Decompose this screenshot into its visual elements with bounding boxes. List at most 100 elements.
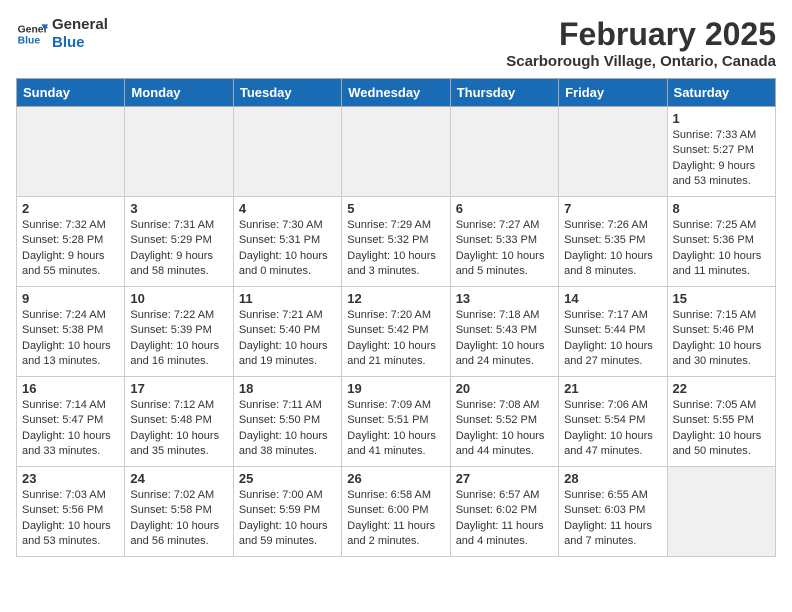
day-number: 25	[239, 471, 336, 486]
location: Scarborough Village, Ontario, Canada	[506, 53, 776, 70]
day-number: 23	[22, 471, 119, 486]
calendar-week-row: 9Sunrise: 7:24 AM Sunset: 5:38 PM Daylig…	[17, 287, 776, 377]
weekday-header: Saturday	[667, 79, 775, 107]
calendar-cell	[450, 107, 558, 197]
day-info: Sunrise: 7:09 AM Sunset: 5:51 PM Dayligh…	[347, 398, 444, 460]
day-info: Sunrise: 7:14 AM Sunset: 5:47 PM Dayligh…	[22, 398, 119, 460]
calendar-week-row: 1 Sunrise: 7:33 AM Sunset: 5:27 PM Daylig…	[17, 107, 776, 197]
weekday-header: Thursday	[450, 79, 558, 107]
day-number: 28	[564, 471, 661, 486]
calendar-cell: 8 Sunrise: 7:25 AM Sunset: 5:36 PM Daylig…	[667, 197, 775, 287]
calendar-cell: 12 Sunrise: 7:20 AM Sunset: 5:42 PM Dayli…	[342, 287, 450, 377]
calendar-cell: 25 Sunrise: 7:00 AM Sunset: 5:59 PM Dayli…	[233, 467, 341, 557]
calendar-cell: 9Sunrise: 7:24 AM Sunset: 5:38 PM Daylig…	[17, 287, 125, 377]
day-number: 14	[564, 291, 661, 306]
day-info: Sunrise: 7:29 AM Sunset: 5:32 PM Dayligh…	[347, 218, 444, 280]
day-info: Sunrise: 7:06 AM Sunset: 5:54 PM Dayligh…	[564, 398, 661, 460]
day-number: 2	[22, 201, 119, 216]
calendar-cell: 5 Sunrise: 7:29 AM Sunset: 5:32 PM Daylig…	[342, 197, 450, 287]
day-info: Sunrise: 7:30 AM Sunset: 5:31 PM Dayligh…	[239, 218, 336, 280]
day-info: Sunrise: 7:25 AM Sunset: 5:36 PM Dayligh…	[673, 218, 770, 280]
day-info: Sunrise: 7:15 AM Sunset: 5:46 PM Dayligh…	[673, 308, 770, 370]
calendar-cell: 22 Sunrise: 7:05 AM Sunset: 5:55 PM Dayli…	[667, 377, 775, 467]
calendar-cell: 15 Sunrise: 7:15 AM Sunset: 5:46 PM Dayli…	[667, 287, 775, 377]
day-number: 6	[456, 201, 553, 216]
day-info: Sunrise: 7:20 AM Sunset: 5:42 PM Dayligh…	[347, 308, 444, 370]
day-number: 7	[564, 201, 661, 216]
day-number: 11	[239, 291, 336, 306]
day-info: Sunrise: 7:03 AM Sunset: 5:56 PM Dayligh…	[22, 488, 119, 550]
calendar-cell: 10 Sunrise: 7:22 AM Sunset: 5:39 PM Dayli…	[125, 287, 233, 377]
day-number: 1	[673, 111, 770, 126]
calendar-cell: 14 Sunrise: 7:17 AM Sunset: 5:44 PM Dayli…	[559, 287, 667, 377]
day-number: 17	[130, 381, 227, 396]
month-title: February 2025	[506, 16, 776, 53]
day-info: Sunrise: 7:26 AM Sunset: 5:35 PM Dayligh…	[564, 218, 661, 280]
weekday-header: Tuesday	[233, 79, 341, 107]
calendar-cell: 17 Sunrise: 7:12 AM Sunset: 5:48 PM Dayli…	[125, 377, 233, 467]
calendar-table: SundayMondayTuesdayWednesdayThursdayFrid…	[16, 78, 776, 557]
day-number: 15	[673, 291, 770, 306]
calendar-cell: 26Sunrise: 6:58 AM Sunset: 6:00 PM Dayli…	[342, 467, 450, 557]
logo-icon: General Blue	[16, 18, 48, 50]
day-info: Sunrise: 6:57 AM Sunset: 6:02 PM Dayligh…	[456, 488, 553, 550]
day-number: 20	[456, 381, 553, 396]
weekday-header: Monday	[125, 79, 233, 107]
day-info: Sunrise: 6:58 AM Sunset: 6:00 PM Dayligh…	[347, 488, 444, 550]
day-info: Sunrise: 7:31 AM Sunset: 5:29 PM Dayligh…	[130, 218, 227, 280]
calendar-cell: 21 Sunrise: 7:06 AM Sunset: 5:54 PM Dayli…	[559, 377, 667, 467]
page-header: General Blue General Blue February 2025 …	[16, 16, 776, 70]
day-number: 19	[347, 381, 444, 396]
day-number: 13	[456, 291, 553, 306]
day-number: 10	[130, 291, 227, 306]
day-info: Sunrise: 7:12 AM Sunset: 5:48 PM Dayligh…	[130, 398, 227, 460]
logo-blue: Blue	[52, 34, 108, 52]
day-info: Sunrise: 7:02 AM Sunset: 5:58 PM Dayligh…	[130, 488, 227, 550]
day-info: Sunrise: 7:32 AM Sunset: 5:28 PM Dayligh…	[22, 218, 119, 280]
calendar-cell: 20 Sunrise: 7:08 AM Sunset: 5:52 PM Dayli…	[450, 377, 558, 467]
day-info: Sunrise: 7:05 AM Sunset: 5:55 PM Dayligh…	[673, 398, 770, 460]
day-info: Sunrise: 7:08 AM Sunset: 5:52 PM Dayligh…	[456, 398, 553, 460]
day-number: 12	[347, 291, 444, 306]
calendar-cell: 16 Sunrise: 7:14 AM Sunset: 5:47 PM Dayli…	[17, 377, 125, 467]
day-number: 21	[564, 381, 661, 396]
day-info: Sunrise: 7:33 AM Sunset: 5:27 PM Dayligh…	[673, 128, 770, 190]
weekday-header: Sunday	[17, 79, 125, 107]
calendar-week-row: 23 Sunrise: 7:03 AM Sunset: 5:56 PM Dayli…	[17, 467, 776, 557]
day-info: Sunrise: 6:55 AM Sunset: 6:03 PM Dayligh…	[564, 488, 661, 550]
day-info: Sunrise: 7:21 AM Sunset: 5:40 PM Dayligh…	[239, 308, 336, 370]
calendar-week-row: 16 Sunrise: 7:14 AM Sunset: 5:47 PM Dayli…	[17, 377, 776, 467]
day-info: Sunrise: 7:17 AM Sunset: 5:44 PM Dayligh…	[564, 308, 661, 370]
day-number: 24	[130, 471, 227, 486]
calendar-cell: 1 Sunrise: 7:33 AM Sunset: 5:27 PM Daylig…	[667, 107, 775, 197]
calendar-cell	[125, 107, 233, 197]
day-info: Sunrise: 7:11 AM Sunset: 5:50 PM Dayligh…	[239, 398, 336, 460]
weekday-header-row: SundayMondayTuesdayWednesdayThursdayFrid…	[17, 79, 776, 107]
calendar-cell: 4 Sunrise: 7:30 AM Sunset: 5:31 PM Daylig…	[233, 197, 341, 287]
calendar-cell: 28 Sunrise: 6:55 AM Sunset: 6:03 PM Dayli…	[559, 467, 667, 557]
calendar-week-row: 2 Sunrise: 7:32 AM Sunset: 5:28 PM Daylig…	[17, 197, 776, 287]
day-info: Sunrise: 7:24 AM Sunset: 5:38 PM Dayligh…	[22, 308, 119, 370]
calendar-cell: 2 Sunrise: 7:32 AM Sunset: 5:28 PM Daylig…	[17, 197, 125, 287]
calendar-cell: 23 Sunrise: 7:03 AM Sunset: 5:56 PM Dayli…	[17, 467, 125, 557]
weekday-header: Wednesday	[342, 79, 450, 107]
calendar-cell	[233, 107, 341, 197]
day-number: 18	[239, 381, 336, 396]
day-number: 8	[673, 201, 770, 216]
calendar-cell: 24 Sunrise: 7:02 AM Sunset: 5:58 PM Dayli…	[125, 467, 233, 557]
day-info: Sunrise: 7:22 AM Sunset: 5:39 PM Dayligh…	[130, 308, 227, 370]
day-number: 4	[239, 201, 336, 216]
day-info: Sunrise: 7:18 AM Sunset: 5:43 PM Dayligh…	[456, 308, 553, 370]
svg-text:Blue: Blue	[18, 36, 41, 47]
logo-general: General	[52, 16, 108, 34]
day-info: Sunrise: 7:00 AM Sunset: 5:59 PM Dayligh…	[239, 488, 336, 550]
day-number: 5	[347, 201, 444, 216]
calendar-cell	[559, 107, 667, 197]
day-number: 16	[22, 381, 119, 396]
title-block: February 2025 Scarborough Village, Ontar…	[506, 16, 776, 70]
day-number: 22	[673, 381, 770, 396]
calendar-cell: 13 Sunrise: 7:18 AM Sunset: 5:43 PM Dayli…	[450, 287, 558, 377]
calendar-cell: 7 Sunrise: 7:26 AM Sunset: 5:35 PM Daylig…	[559, 197, 667, 287]
weekday-header: Friday	[559, 79, 667, 107]
calendar-cell: 19 Sunrise: 7:09 AM Sunset: 5:51 PM Dayli…	[342, 377, 450, 467]
